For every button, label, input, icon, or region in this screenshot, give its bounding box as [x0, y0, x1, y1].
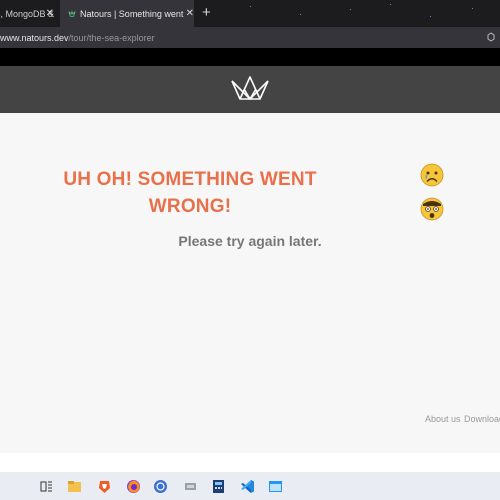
browser-tab-inactive[interactable]: s, MongoDB & N ✕	[0, 0, 54, 27]
url-host: www.natours.dev	[0, 32, 69, 43]
decorative-dot	[430, 16, 431, 17]
decorative-dot	[350, 9, 351, 10]
file-explorer-icon[interactable]	[67, 479, 82, 494]
decorative-dot	[250, 6, 251, 7]
new-tab-plus-icon[interactable]: +	[202, 4, 211, 21]
network-icon[interactable]	[183, 479, 198, 494]
footer-link-about[interactable]: About us	[425, 414, 461, 424]
task-view-icon[interactable]	[39, 479, 54, 494]
decorative-dot	[472, 8, 473, 9]
browser-tab-bar: s, MongoDB & N ✕ Natours | Something wen…	[0, 0, 500, 27]
address-bar[interactable]: www.natours.dev/tour/the-sea-explorer	[0, 27, 500, 48]
vscode-icon[interactable]	[240, 479, 255, 494]
error-page-content: UH OH! SOMETHING WENT WRONG! Please try …	[0, 113, 500, 453]
footer-link-download[interactable]: Download	[464, 414, 500, 424]
url-path: /tour/the-sea-explorer	[68, 32, 155, 43]
extension-icon[interactable]	[486, 32, 496, 42]
error-title: UH OH! SOMETHING WENT WRONG!	[63, 169, 317, 217]
decorative-dot	[390, 4, 391, 5]
window-gap	[0, 453, 500, 472]
calculator-icon[interactable]	[211, 479, 226, 494]
shocked-face-emoji-icon	[420, 197, 444, 221]
app-db-icon[interactable]	[153, 479, 168, 494]
terminal-window-icon[interactable]	[268, 479, 283, 494]
site-header	[0, 66, 500, 113]
natours-crown-logo-icon[interactable]	[230, 75, 270, 103]
tab-label: Natours | Something went wrong	[79, 8, 184, 19]
natours-favicon-icon	[68, 9, 76, 17]
windows-taskbar	[0, 472, 500, 500]
close-tab-icon[interactable]: ✕	[46, 8, 54, 19]
sad-face-emoji-icon	[420, 163, 444, 187]
brave-browser-icon[interactable]	[97, 479, 112, 494]
close-tab-icon[interactable]: ✕	[186, 8, 194, 19]
url-text[interactable]: www.natours.dev/tour/the-sea-explorer	[0, 33, 155, 43]
browser-tab-active[interactable]: Natours | Something went wrong ✕	[60, 0, 194, 27]
decorative-dot	[300, 14, 301, 15]
error-message: Please try again later.	[178, 233, 322, 249]
firefox-icon[interactable]	[126, 479, 141, 494]
bookmarks-strip	[0, 48, 500, 66]
